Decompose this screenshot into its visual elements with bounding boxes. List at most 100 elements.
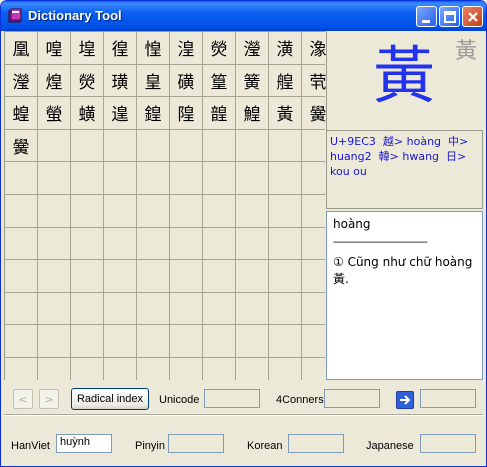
character-cell[interactable]: 螢 — [38, 97, 70, 129]
empty-cell[interactable] — [236, 227, 268, 260]
next-button[interactable]: > — [39, 389, 59, 409]
empty-cell[interactable] — [71, 129, 103, 162]
character-cell[interactable]: 磺 — [170, 64, 202, 97]
title-bar[interactable]: Dictionary Tool — [1, 1, 486, 31]
empty-cell[interactable] — [137, 162, 169, 194]
character-cell[interactable]: 皇 — [137, 64, 169, 97]
empty-cell[interactable] — [236, 325, 268, 357]
empty-cell[interactable] — [236, 162, 268, 194]
empty-cell[interactable] — [170, 129, 202, 162]
empty-cell[interactable] — [5, 162, 37, 194]
character-cell[interactable]: 簧 — [236, 64, 268, 97]
empty-cell[interactable] — [137, 325, 169, 357]
empty-cell[interactable] — [170, 325, 202, 357]
empty-cell[interactable] — [38, 227, 70, 260]
empty-cell[interactable] — [38, 325, 70, 357]
empty-cell[interactable] — [71, 227, 103, 260]
empty-cell[interactable] — [236, 292, 268, 325]
empty-cell[interactable] — [236, 194, 268, 227]
character-cell[interactable]: 喤 — [38, 32, 70, 64]
character-cell[interactable]: 鍠 — [137, 97, 169, 129]
empty-cell[interactable] — [104, 194, 136, 227]
korean-field[interactable] — [288, 434, 344, 453]
empty-cell[interactable] — [170, 292, 202, 325]
character-cell[interactable]: 蟥 — [71, 97, 103, 129]
unicode-field[interactable] — [204, 389, 260, 408]
empty-cell[interactable] — [269, 162, 301, 194]
empty-cell[interactable] — [104, 227, 136, 260]
empty-cell[interactable] — [38, 292, 70, 325]
empty-cell[interactable] — [236, 129, 268, 162]
empty-cell[interactable] — [5, 260, 37, 292]
empty-cell[interactable] — [269, 194, 301, 227]
character-cell[interactable]: 湟 — [170, 32, 202, 64]
go-field[interactable] — [420, 389, 476, 408]
empty-cell[interactable] — [269, 325, 301, 357]
character-cell[interactable]: 艎 — [269, 64, 301, 97]
character-cell[interactable]: 鰉 — [236, 97, 268, 129]
character-cell[interactable]: 煌 — [38, 64, 70, 97]
empty-cell[interactable] — [71, 325, 103, 357]
minimize-button[interactable] — [416, 6, 437, 27]
empty-cell[interactable] — [203, 194, 235, 227]
character-cell[interactable]: 堭 — [71, 32, 103, 64]
empty-cell[interactable] — [203, 227, 235, 260]
character-cell[interactable]: 璜 — [104, 64, 136, 97]
character-cell[interactable]: 惶 — [137, 32, 169, 64]
character-cell[interactable]: 黃 — [269, 97, 301, 129]
empty-cell[interactable] — [203, 129, 235, 162]
empty-cell[interactable] — [5, 194, 37, 227]
character-cell[interactable]: 凰 — [5, 32, 37, 64]
empty-cell[interactable] — [203, 162, 235, 194]
empty-cell[interactable] — [269, 227, 301, 260]
empty-cell[interactable] — [38, 260, 70, 292]
character-cell[interactable]: 隍 — [170, 97, 202, 129]
character-cell[interactable]: 熒 — [203, 32, 235, 64]
empty-cell[interactable] — [71, 162, 103, 194]
character-cell[interactable]: 篁 — [203, 64, 235, 97]
empty-cell[interactable] — [104, 292, 136, 325]
radical-index-button[interactable]: Radical index — [71, 388, 149, 410]
empty-cell[interactable] — [203, 325, 235, 357]
empty-cell[interactable] — [71, 292, 103, 325]
empty-cell[interactable] — [170, 194, 202, 227]
maximize-button[interactable] — [439, 6, 460, 27]
empty-cell[interactable] — [137, 260, 169, 292]
pinyin-field[interactable] — [168, 434, 224, 453]
empty-cell[interactable] — [203, 292, 235, 325]
empty-cell[interactable] — [269, 129, 301, 162]
empty-cell[interactable] — [38, 194, 70, 227]
empty-cell[interactable] — [137, 194, 169, 227]
prev-button[interactable]: < — [13, 389, 33, 409]
empty-cell[interactable] — [104, 260, 136, 292]
empty-cell[interactable] — [203, 260, 235, 292]
hanviet-field[interactable]: huỳnh — [56, 434, 112, 453]
character-cell[interactable]: 潢 — [269, 32, 301, 64]
empty-cell[interactable] — [5, 292, 37, 325]
empty-cell[interactable] — [269, 292, 301, 325]
empty-cell[interactable] — [71, 194, 103, 227]
character-cell[interactable]: 瀅 — [236, 32, 268, 64]
fourcorners-field[interactable] — [324, 389, 380, 408]
japanese-field[interactable] — [420, 434, 476, 453]
empty-cell[interactable] — [137, 129, 169, 162]
character-cell[interactable]: 蝗 — [5, 97, 37, 129]
character-cell[interactable]: 黌 — [5, 129, 37, 162]
empty-cell[interactable] — [38, 162, 70, 194]
empty-cell[interactable] — [104, 129, 136, 162]
character-cell[interactable]: 熒 — [71, 64, 103, 97]
empty-cell[interactable] — [170, 260, 202, 292]
empty-cell[interactable] — [104, 325, 136, 357]
character-cell[interactable]: 徨 — [104, 32, 136, 64]
empty-cell[interactable] — [170, 162, 202, 194]
character-cell[interactable]: 遑 — [104, 97, 136, 129]
arrow-right-icon[interactable] — [396, 391, 414, 409]
character-cell[interactable]: 瀅 — [5, 64, 37, 97]
empty-cell[interactable] — [137, 227, 169, 260]
empty-cell[interactable] — [5, 227, 37, 260]
empty-cell[interactable] — [269, 260, 301, 292]
empty-cell[interactable] — [71, 260, 103, 292]
character-cell[interactable]: 韹 — [203, 97, 235, 129]
empty-cell[interactable] — [236, 260, 268, 292]
close-button[interactable] — [462, 6, 483, 27]
